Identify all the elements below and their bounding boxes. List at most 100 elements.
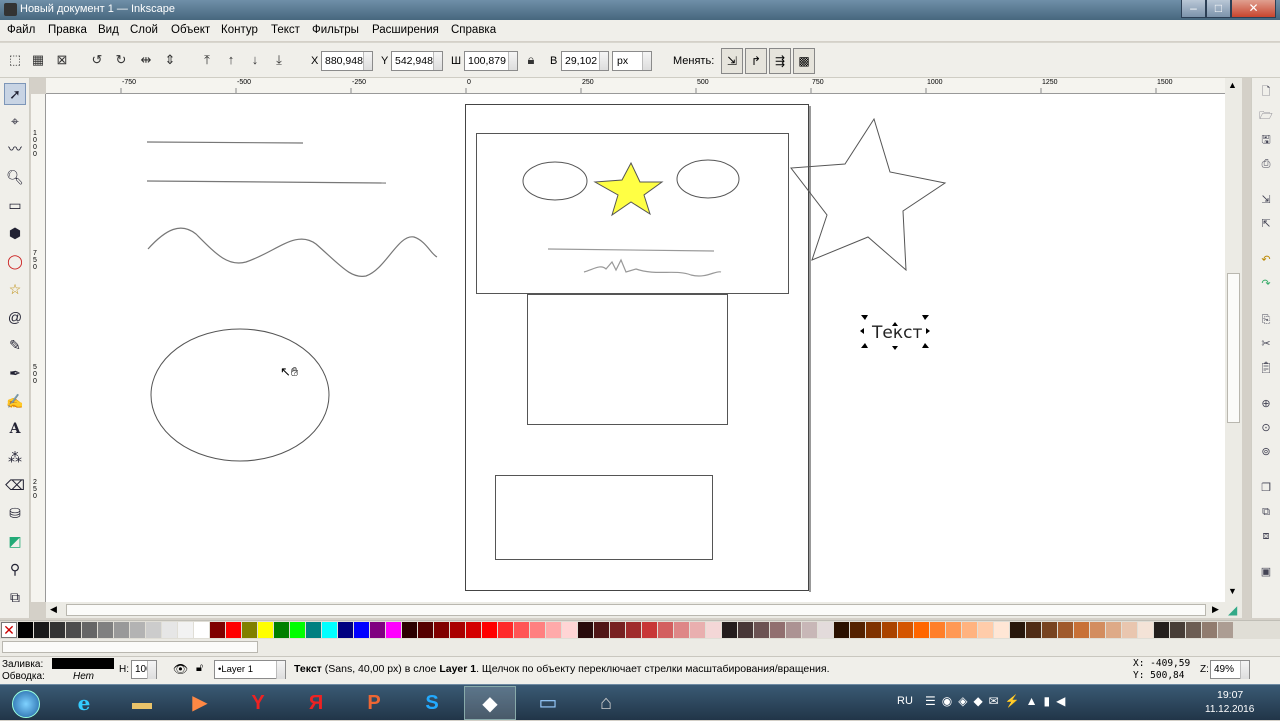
color-swatch[interactable] <box>946 622 961 638</box>
paste-icon[interactable]: 📋︎ <box>1258 360 1274 376</box>
media-taskbar-icon[interactable]: ▶ <box>174 686 226 720</box>
h-input[interactable]: 29,102 <box>561 51 609 71</box>
cut-icon[interactable]: ✂ <box>1258 336 1274 352</box>
menu-object[interactable]: Объект <box>171 24 210 36</box>
color-swatch[interactable] <box>802 622 817 638</box>
vertical-scrollbar[interactable]: ▲ ▼ <box>1225 78 1242 602</box>
rotate-cw-icon[interactable]: ↻ <box>112 51 130 69</box>
clock-date[interactable]: 11.12.2016 <box>1205 704 1254 715</box>
fill-swatch[interactable] <box>52 658 114 669</box>
color-swatch[interactable] <box>274 622 289 638</box>
explorer-taskbar-icon[interactable]: ▬ <box>116 686 168 720</box>
color-swatch[interactable] <box>578 622 593 638</box>
menu-path[interactable]: Контур <box>221 24 258 36</box>
color-swatch[interactable] <box>146 622 161 638</box>
color-swatch[interactable] <box>642 622 657 638</box>
palette-scroll-thumb[interactable] <box>2 641 258 653</box>
canvas-toggle-icon[interactable]: ◢ <box>1228 603 1237 617</box>
raise-icon[interactable]: ↑ <box>222 51 240 69</box>
color-swatch[interactable] <box>754 622 769 638</box>
flip-vertical-icon[interactable]: ⇕ <box>161 51 179 69</box>
lower-to-bottom-icon[interactable]: ⤓ <box>270 51 288 69</box>
tray-icons[interactable]: ☰◉◈◆✉⚡▲▮◀ <box>925 694 1071 708</box>
lower-icon[interactable]: ↓ <box>246 51 264 69</box>
export-icon[interactable]: ⇱ <box>1258 216 1274 232</box>
horizontal-scrollbar[interactable]: ◀ ▶ ◢ <box>46 602 1242 618</box>
color-swatch[interactable] <box>1106 622 1121 638</box>
inkscape-taskbar-icon[interactable]: ◆ <box>464 686 516 720</box>
zoom-page-icon[interactable]: ⊚ <box>1258 444 1274 460</box>
paint-bucket-tool-icon[interactable]: ⛁ <box>5 503 25 523</box>
zoom-input[interactable]: 49% <box>1210 660 1250 679</box>
yandex-browser-taskbar-icon[interactable]: Y <box>232 686 284 720</box>
color-swatch[interactable] <box>418 622 433 638</box>
zoom-drawing-icon[interactable]: ⊙ <box>1258 420 1274 436</box>
start-button-icon[interactable] <box>0 686 52 720</box>
maximize-button[interactable]: □ <box>1206 0 1231 18</box>
color-swatch[interactable] <box>258 622 273 638</box>
open-icon[interactable]: 🗁 <box>1258 108 1274 124</box>
color-swatch[interactable] <box>82 622 97 638</box>
color-swatch[interactable] <box>514 622 529 638</box>
select-all-layers-icon[interactable]: ▦ <box>29 51 47 69</box>
color-swatch[interactable] <box>626 622 641 638</box>
close-button[interactable]: ✕ <box>1231 0 1276 18</box>
color-swatch[interactable] <box>594 622 609 638</box>
scroll-left-icon[interactable]: ◀ <box>50 604 57 615</box>
color-swatch[interactable] <box>162 622 177 638</box>
deselect-icon[interactable]: ⊠ <box>53 51 71 69</box>
move-patterns-toggle[interactable]: ▩ <box>793 48 815 74</box>
color-swatch[interactable] <box>866 622 881 638</box>
select-all-icon[interactable]: ⬚ <box>6 51 24 69</box>
color-swatch[interactable] <box>770 622 785 638</box>
color-swatch[interactable] <box>1138 622 1153 638</box>
color-swatch[interactable] <box>178 622 193 638</box>
color-swatch[interactable] <box>546 622 561 638</box>
y-input[interactable]: 542,948 <box>391 51 443 71</box>
color-swatch[interactable] <box>1042 622 1057 638</box>
color-swatch[interactable] <box>386 622 401 638</box>
duplicate-icon[interactable]: ❐ <box>1258 480 1274 496</box>
color-swatch[interactable] <box>498 622 513 638</box>
color-swatch[interactable] <box>114 622 129 638</box>
color-swatch[interactable] <box>706 622 721 638</box>
color-swatch[interactable] <box>66 622 81 638</box>
opacity-input[interactable]: 100 <box>131 660 157 679</box>
monitor-taskbar-icon[interactable]: ▭ <box>522 686 574 720</box>
color-swatch[interactable] <box>1058 622 1073 638</box>
pen-tool-icon[interactable]: ✒ <box>5 363 25 383</box>
zoom-tool-icon[interactable]: 🔍︎ <box>5 167 25 187</box>
language-indicator[interactable]: RU <box>897 695 913 707</box>
scroll-up-icon[interactable]: ▲ <box>1228 80 1237 90</box>
color-swatch[interactable] <box>130 622 145 638</box>
selected-text-object[interactable]: Текст <box>872 323 922 343</box>
new-document-icon[interactable]: 🗋 <box>1258 84 1274 100</box>
color-swatch[interactable] <box>226 622 241 638</box>
node-tool-icon[interactable]: ⌖ <box>5 111 25 131</box>
color-swatch[interactable] <box>98 622 113 638</box>
color-swatch[interactable] <box>1026 622 1041 638</box>
menu-edit[interactable]: Правка <box>48 24 87 36</box>
minimize-button[interactable]: – <box>1181 0 1206 18</box>
color-swatch[interactable] <box>1218 622 1233 638</box>
save-icon[interactable]: 🖫 <box>1258 132 1274 148</box>
color-swatch[interactable] <box>338 622 353 638</box>
scale-corners-toggle[interactable]: ↱ <box>745 48 767 74</box>
rotate-ccw-icon[interactable]: ↺ <box>88 51 106 69</box>
vertical-scroll-thumb[interactable] <box>1227 273 1240 423</box>
vertical-ruler[interactable]: 1000 750 500 250 <box>31 94 46 602</box>
ellipse-tool-icon[interactable]: ◯ <box>5 251 25 271</box>
color-swatch[interactable] <box>466 622 481 638</box>
color-swatch[interactable] <box>738 622 753 638</box>
import-icon[interactable]: ⇲ <box>1258 192 1274 208</box>
x-input[interactable]: 880,948 <box>321 51 373 71</box>
menu-text[interactable]: Текст <box>271 24 300 36</box>
redo-icon[interactable]: ↷ <box>1258 276 1274 292</box>
color-swatch[interactable] <box>1122 622 1137 638</box>
spray-tool-icon[interactable]: ⁂ <box>5 447 25 467</box>
flip-horizontal-icon[interactable]: ⇹ <box>137 51 155 69</box>
raise-to-top-icon[interactable]: ⤒ <box>198 51 216 69</box>
connector-tool-icon[interactable]: ⧉ <box>5 587 25 607</box>
pencil-tool-icon[interactable]: ✎ <box>5 335 25 355</box>
scale-stroke-toggle[interactable]: ⇲ <box>721 48 743 74</box>
